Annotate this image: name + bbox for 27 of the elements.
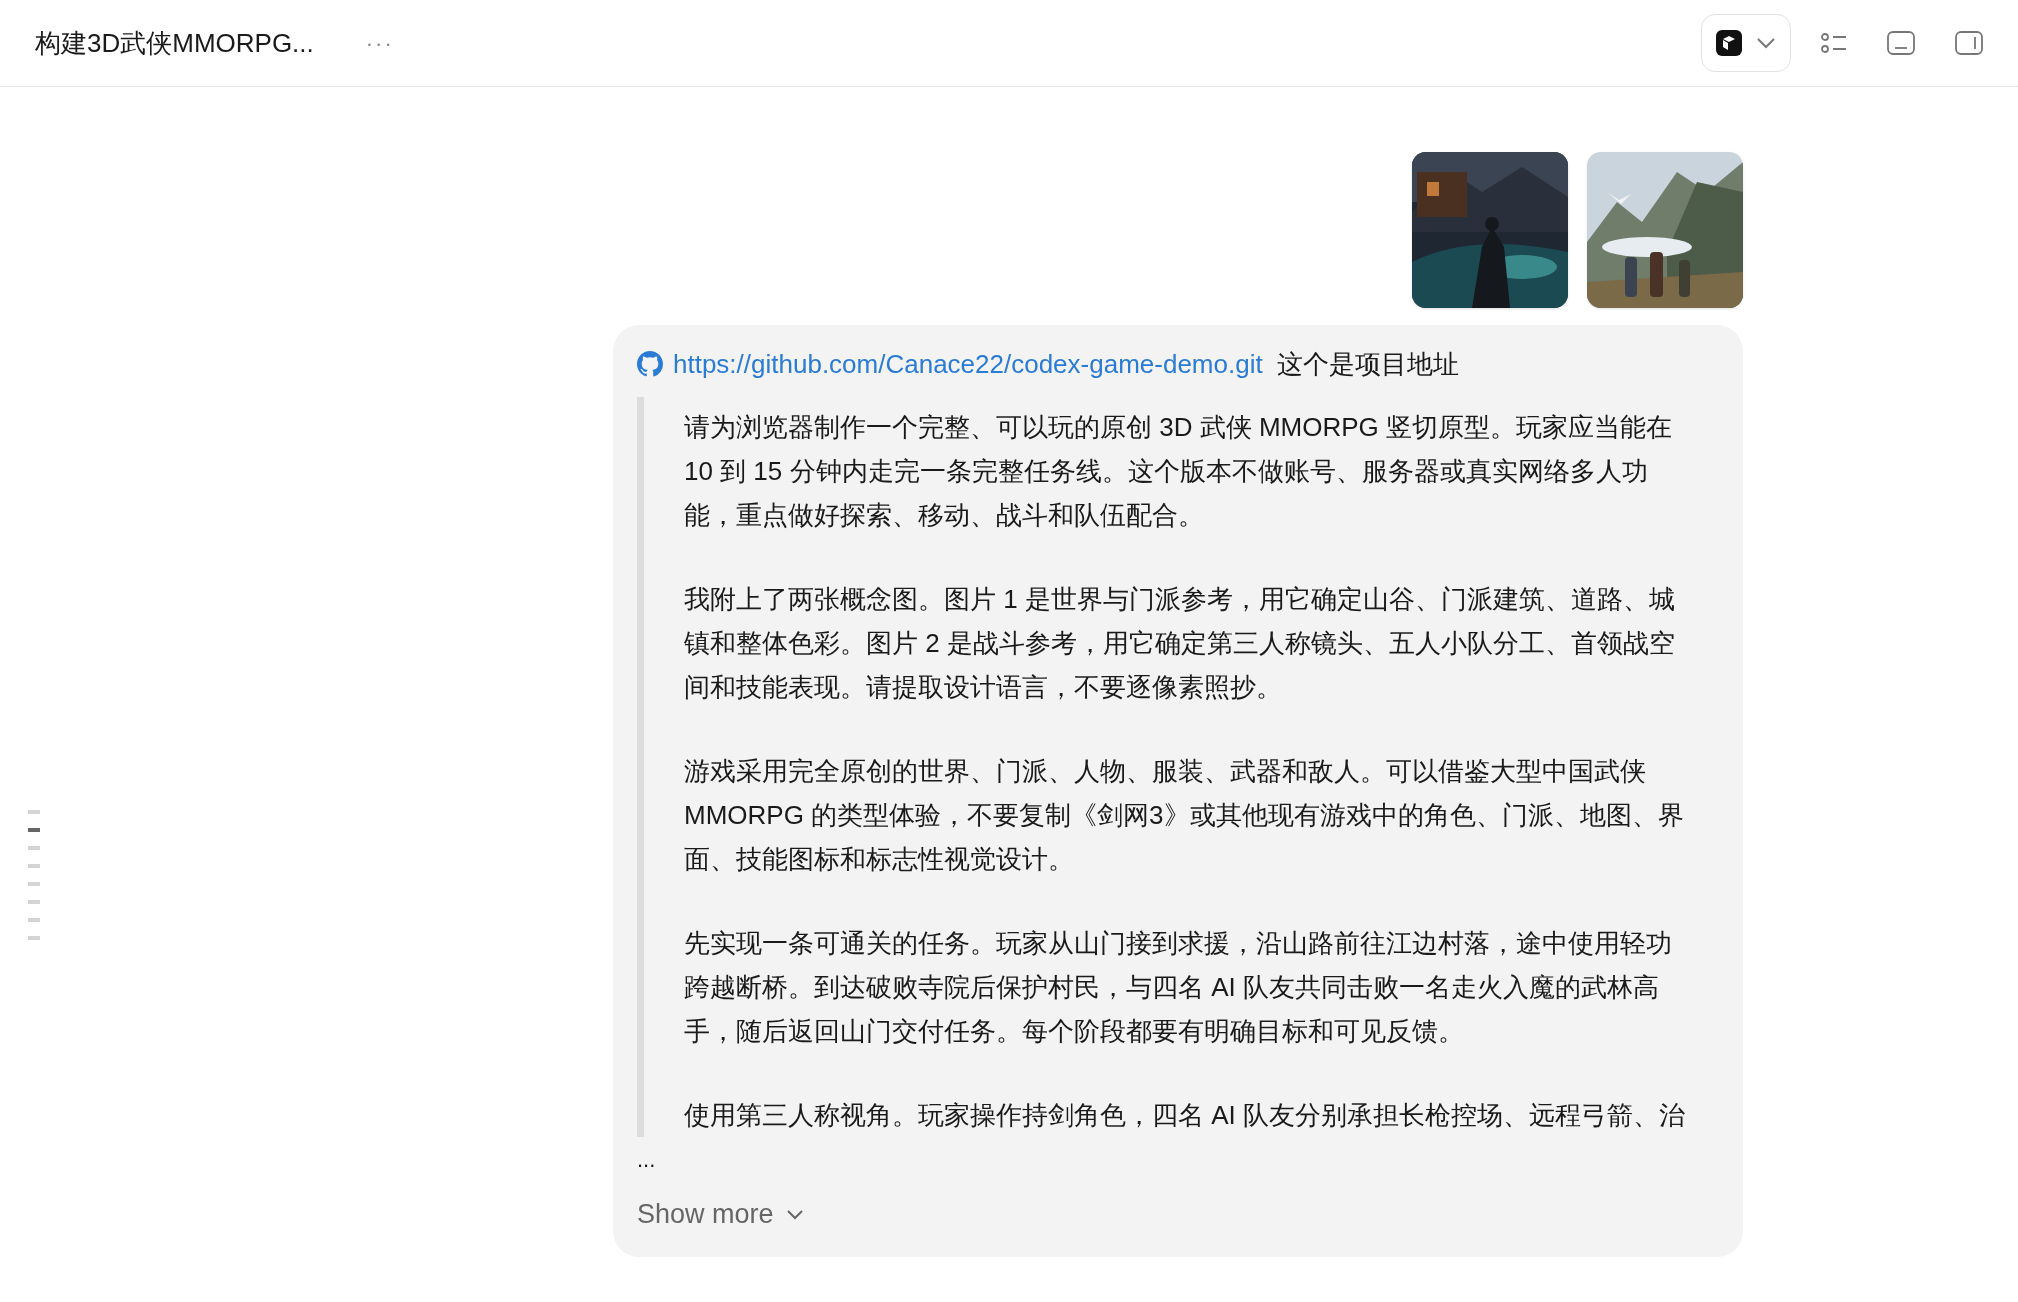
more-button[interactable]: ··· <box>365 26 394 60</box>
side-panel-icon[interactable] <box>1955 31 1983 55</box>
list-icon[interactable] <box>1821 32 1847 54</box>
bottom-panel-icon[interactable] <box>1887 31 1915 55</box>
show-more-button[interactable]: Show more <box>637 1194 804 1235</box>
github-icon <box>637 351 663 377</box>
outline-marker[interactable] <box>28 846 40 850</box>
outline-marker[interactable] <box>28 900 40 904</box>
outline-marker[interactable] <box>28 828 40 832</box>
outline-marker[interactable] <box>28 810 40 814</box>
prompt-paragraph: 使用第三人称视角。玩家操作持剑角色，四名 AI 队友分别承担长枪控场、远程弓箭、治 <box>684 1099 1685 1132</box>
repository-link[interactable]: https://github.com/Canace22/codex-game-demo.git <box>673 345 1263 383</box>
outline-marker[interactable] <box>28 882 40 886</box>
window-title: 构建3D武侠MMORPG... <box>35 26 314 60</box>
link-note: 这个是项目地址 <box>1276 348 1459 381</box>
cube-icon <box>1716 30 1742 56</box>
chevron-down-icon <box>785 1208 804 1220</box>
outline-marker[interactable] <box>28 918 40 922</box>
ellipsis-text: ... <box>637 1146 656 1174</box>
outline-marker[interactable] <box>28 864 40 868</box>
model-picker-button[interactable] <box>1701 14 1791 72</box>
prompt-paragraph: 请为浏览器制作一个完整、可以玩的原创 3D 武侠 MMORPG 竖切原型。玩家应当能在 10 到 15 分钟内走完一条完整任务线。这个版本不做账号、服务器或真实网络多人功 能，重点做好探索、移动、战斗和队伍配合。 <box>684 411 1672 532</box>
outline-marker[interactable] <box>28 936 40 940</box>
prompt-paragraph: 先实现一条可通关的任务。玩家从山门接到求援，沿山路前往江边村落，途中使用轻功 跨越断桥。到达破败寺院后保护村民，与四名 AI 队友共同击败一名走火入魔的武林高 手，随后返回山门交付任务。每个阶段都要有明确目标和可见反馈。 <box>684 927 1672 1048</box>
chevron-down-icon <box>1756 37 1776 49</box>
prompt-paragraph: 游戏采用完全原创的世界、门派、人物、服装、武器和敌人。可以借鉴大型中国武侠 MMORPG 的类型体验，不要复制《剑网3》或其他现有游戏中的角色、门派、地图、界 面、技能图标和标志性视觉设计。 <box>684 755 1684 876</box>
prompt-paragraph: 我附上了两张概念图。图片 1 是世界与门派参考，用它确定山谷、门派建筑、道路、城 镇和整体色彩。图片 2 是战斗参考，用它确定第三人称镜头、五人小队分工、首领战空 间和技能表现。请提取设计语言，不要逐像素照抄。 <box>684 583 1675 704</box>
